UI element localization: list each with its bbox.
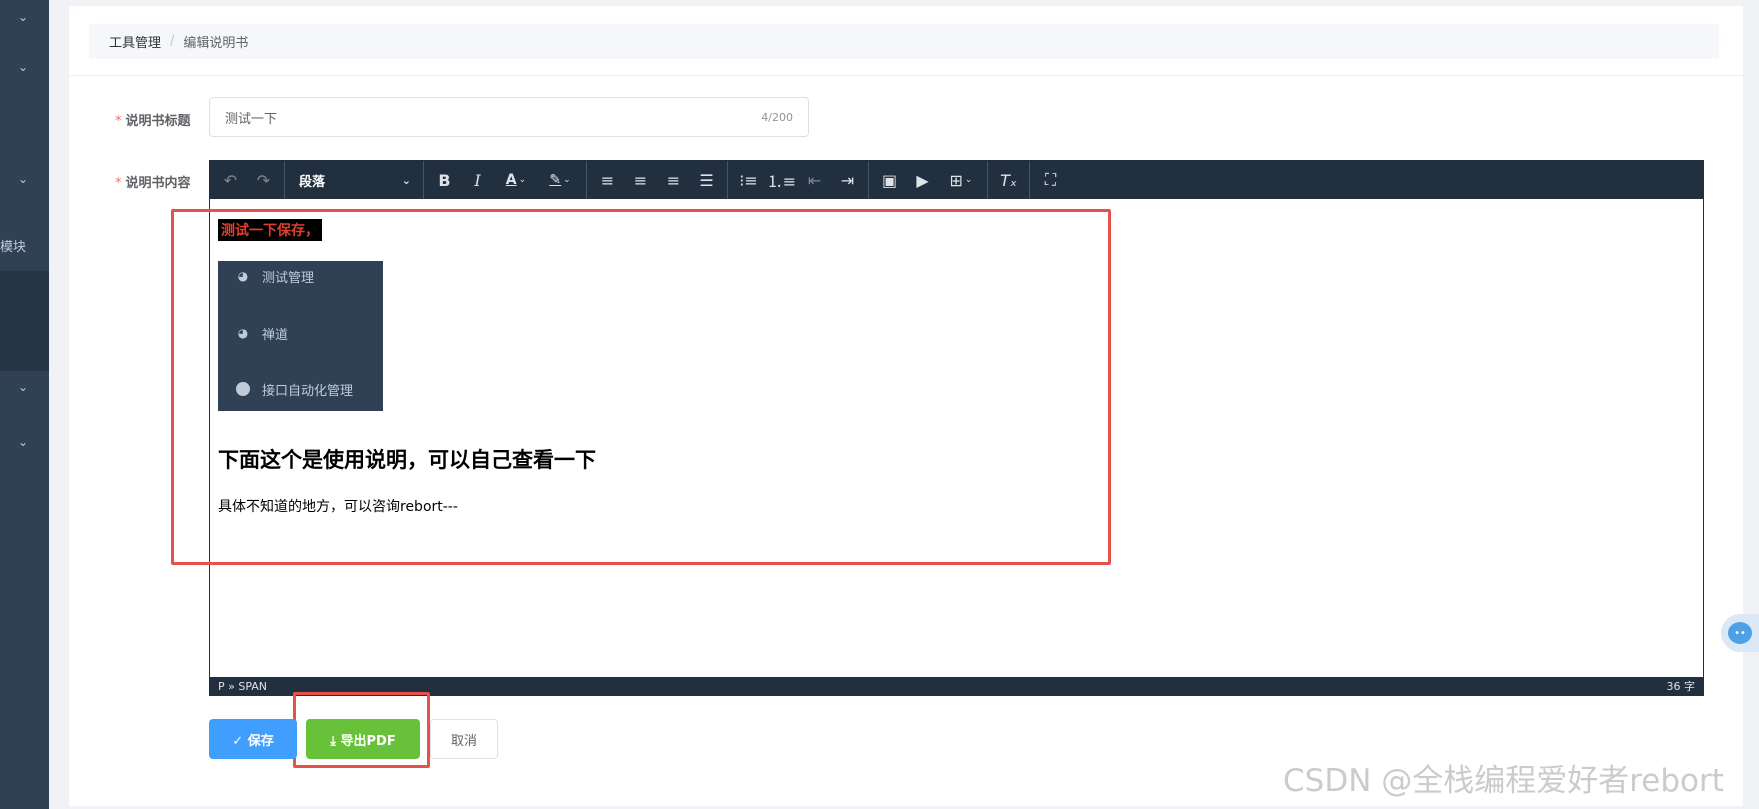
bullet-list-icon[interactable]: ⁝≡ bbox=[732, 165, 765, 195]
align-left-icon[interactable]: ≡ bbox=[591, 165, 624, 195]
sidebar-active-item[interactable] bbox=[0, 271, 49, 371]
annotation-box-content bbox=[171, 209, 1111, 565]
undo-icon[interactable]: ↶ bbox=[214, 165, 247, 195]
highlight-icon[interactable]: ✎ ⌄ bbox=[538, 165, 582, 195]
fullscreen-icon[interactable]: ⛶ bbox=[1034, 165, 1067, 195]
indent-icon[interactable]: ⇥ bbox=[831, 165, 864, 195]
content-label: * 说明书内容 bbox=[115, 176, 191, 191]
chevron-down-icon[interactable]: ⌄ bbox=[16, 172, 30, 186]
italic-icon[interactable]: I bbox=[461, 165, 494, 195]
font-color-icon[interactable]: A ⌄ bbox=[494, 165, 538, 195]
chevron-down-icon[interactable]: ⌄ bbox=[16, 435, 30, 449]
media-icon[interactable]: ▶ bbox=[906, 165, 939, 195]
outdent-icon[interactable]: ⇤ bbox=[798, 165, 831, 195]
cancel-button[interactable]: 取消 bbox=[430, 719, 498, 759]
sidebar-item-label[interactable]: 模块 bbox=[0, 236, 26, 255]
breadcrumb-item-current: 编辑说明书 bbox=[183, 36, 249, 51]
title-label: * 说明书标题 bbox=[115, 114, 191, 129]
editor-statusbar: P » SPAN 36 字 bbox=[210, 677, 1703, 695]
table-icon[interactable]: ⊞ ⌄ bbox=[939, 165, 983, 195]
align-right-icon[interactable]: ≡ bbox=[657, 165, 690, 195]
image-icon[interactable]: ▣ bbox=[873, 165, 906, 195]
element-path[interactable]: P » SPAN bbox=[218, 680, 267, 693]
numbered-list-icon[interactable]: ⒈≡ bbox=[765, 165, 798, 195]
export-pdf-button[interactable]: ⤓ 导出PDF bbox=[306, 719, 420, 759]
word-count[interactable]: 36 字 bbox=[1667, 678, 1696, 694]
chevron-down-icon[interactable]: ⌄ bbox=[16, 380, 30, 394]
divider bbox=[69, 75, 1743, 76]
breadcrumb: 工具管理 / 编辑说明书 bbox=[89, 24, 1719, 59]
chat-widget[interactable]: •• bbox=[1721, 614, 1759, 652]
title-input-value[interactable]: 测试一下 bbox=[225, 108, 761, 127]
title-input[interactable]: 测试一下 4/200 bbox=[209, 97, 809, 137]
editor-toolbar: ↶ ↷ 段落⌄ B I A⌄ ✎⌄ ≡ ≡ ≡ ☰ ⁝≡ ⒈≡ ⇤ ⇥ ▣ bbox=[210, 161, 1703, 199]
chevron-down-icon[interactable]: ⌄ bbox=[16, 60, 30, 74]
align-center-icon[interactable]: ≡ bbox=[624, 165, 657, 195]
block-format-select[interactable]: 段落 ⌄ bbox=[289, 165, 419, 195]
bold-icon[interactable]: B bbox=[428, 165, 461, 195]
breadcrumb-item-tools[interactable]: 工具管理 bbox=[109, 32, 161, 51]
chat-icon: •• bbox=[1728, 622, 1752, 644]
breadcrumb-separator: / bbox=[170, 34, 175, 49]
watermark: CSDN @全栈编程爱好者rebort bbox=[1283, 763, 1724, 799]
save-button[interactable]: ✓ 保存 bbox=[209, 719, 297, 759]
sidebar: ⌄ ⌄ ⌄ 模块 ⌄ ⌄ bbox=[0, 0, 49, 809]
char-counter: 4/200 bbox=[761, 110, 793, 124]
redo-icon[interactable]: ↷ bbox=[247, 165, 280, 195]
clear-format-icon[interactable]: Tₓ bbox=[992, 165, 1025, 195]
align-justify-icon[interactable]: ☰ bbox=[690, 165, 723, 195]
chevron-down-icon[interactable]: ⌄ bbox=[16, 10, 30, 24]
